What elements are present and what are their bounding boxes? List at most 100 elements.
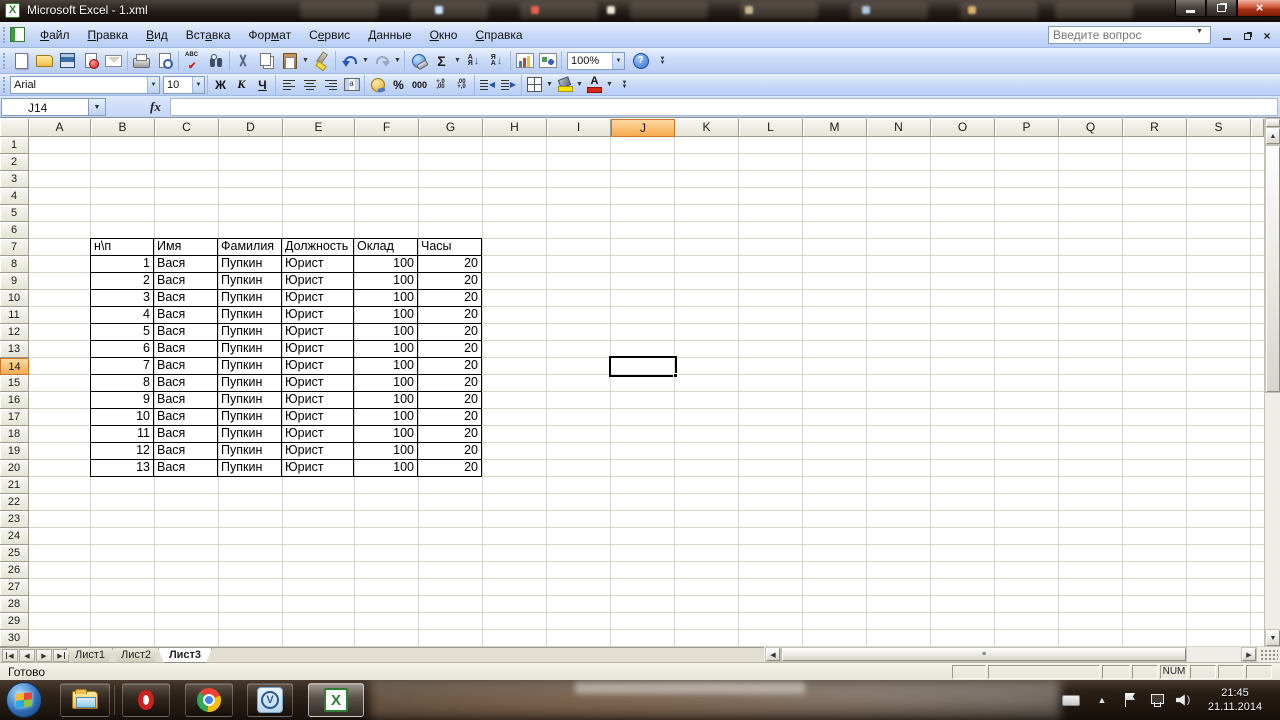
table-cell[interactable]: 3 xyxy=(91,290,154,307)
permission-button[interactable] xyxy=(79,51,102,71)
show-hidden-icons-button[interactable]: ▲ xyxy=(1092,680,1112,720)
bold-button[interactable]: Ж xyxy=(210,76,231,94)
chevron-down-icon[interactable]: ▼ xyxy=(605,81,614,88)
row-header-24[interactable]: 24 xyxy=(0,528,29,545)
table-cell[interactable]: Вася xyxy=(154,273,218,290)
chevron-down-icon[interactable]: ▼ xyxy=(361,57,370,64)
format-painter-button[interactable] xyxy=(310,51,333,71)
column-header-I[interactable]: I xyxy=(547,119,611,137)
row-header-19[interactable]: 19 xyxy=(0,443,29,460)
row-header-18[interactable]: 18 xyxy=(0,426,29,443)
row-header-14[interactable]: 14 xyxy=(0,358,29,375)
toolbar-grip[interactable] xyxy=(3,53,6,69)
split-handle[interactable] xyxy=(1266,119,1280,127)
doc-restore-button[interactable] xyxy=(1240,30,1254,42)
font-size-combobox[interactable]: 10 ▼ xyxy=(163,76,205,94)
table-cell[interactable]: Вася xyxy=(154,375,218,392)
column-header-L[interactable]: L xyxy=(739,119,803,137)
align-left-button[interactable] xyxy=(278,76,299,94)
table-cell[interactable]: 10 xyxy=(91,409,154,426)
table-cell[interactable]: 20 xyxy=(418,341,482,358)
table-cell[interactable]: Вася xyxy=(154,460,218,477)
vertical-scrollbar[interactable]: ▲ ▼ xyxy=(1264,119,1280,647)
copy-button[interactable] xyxy=(255,51,278,71)
undo-button[interactable] xyxy=(338,51,361,71)
scroll-left-icon[interactable]: ◀ xyxy=(766,648,780,661)
taskbar-excel-button[interactable]: X xyxy=(308,683,364,717)
name-box-dropdown-icon[interactable]: ▼ xyxy=(89,98,106,116)
zoom-combobox[interactable]: 100% ▼ xyxy=(567,52,625,70)
cut-button[interactable] xyxy=(232,51,255,71)
table-cell[interactable]: 100 xyxy=(354,307,418,324)
row-header-29[interactable]: 29 xyxy=(0,613,29,630)
fill-handle[interactable] xyxy=(673,373,678,378)
fill-color-button[interactable] xyxy=(554,76,575,94)
row-header-25[interactable]: 25 xyxy=(0,545,29,562)
table-cell[interactable]: 100 xyxy=(354,358,418,375)
paste-button[interactable] xyxy=(278,51,301,71)
table-cell[interactable]: 2 xyxy=(91,273,154,290)
table-cell[interactable]: 8 xyxy=(91,375,154,392)
table-header-cell[interactable]: Имя xyxy=(154,239,218,256)
row-header-28[interactable]: 28 xyxy=(0,596,29,613)
row-header-6[interactable]: 6 xyxy=(0,222,29,239)
chevron-down-icon[interactable]: ▼ xyxy=(575,81,584,88)
font-color-button[interactable] xyxy=(584,76,605,94)
chevron-down-icon[interactable]: ▼ xyxy=(147,77,159,93)
decrease-indent-button[interactable] xyxy=(477,76,498,94)
restore-button[interactable] xyxy=(1206,0,1237,17)
taskbar-explorer-button[interactable] xyxy=(60,683,110,717)
column-header-E[interactable]: E xyxy=(283,119,355,137)
vertical-scroll-thumb[interactable] xyxy=(1266,146,1280,392)
first-sheet-button[interactable]: ◀ xyxy=(2,649,18,662)
row-header-11[interactable]: 11 xyxy=(0,307,29,324)
chevron-down-icon[interactable]: ▼ xyxy=(393,57,402,64)
row-header-30[interactable]: 30 xyxy=(0,630,29,647)
row-header-13[interactable]: 13 xyxy=(0,341,29,358)
table-cell[interactable]: Вася xyxy=(154,409,218,426)
table-cell[interactable]: 20 xyxy=(418,426,482,443)
name-box[interactable]: J14 xyxy=(1,98,89,116)
chevron-down-icon[interactable]: ▼ xyxy=(545,81,554,88)
table-cell[interactable]: Пупкин xyxy=(218,290,282,307)
chevron-down-icon[interactable]: ▼ xyxy=(453,57,462,64)
new-button[interactable] xyxy=(10,51,33,71)
scroll-right-icon[interactable]: ▶ xyxy=(1242,648,1256,661)
menu-item-Формат[interactable]: Формат xyxy=(239,23,300,47)
sheet-tab-Лист2[interactable]: Лист2 xyxy=(112,648,160,663)
menu-item-Файл[interactable]: Файл xyxy=(31,23,79,47)
table-cell[interactable]: 100 xyxy=(354,256,418,273)
taskbar-opera-button[interactable] xyxy=(122,683,170,717)
scroll-down-icon[interactable]: ▼ xyxy=(1266,630,1280,646)
select-all-corner[interactable] xyxy=(0,119,29,137)
taskbar-clock[interactable]: 21:45 21.11.2014 xyxy=(1198,680,1272,720)
merge-center-button[interactable] xyxy=(341,76,362,94)
mail-button[interactable] xyxy=(102,51,125,71)
previous-sheet-button[interactable]: ◀ xyxy=(19,649,35,662)
table-cell[interactable]: Вася xyxy=(154,426,218,443)
redo-button[interactable] xyxy=(370,51,393,71)
row-header-3[interactable]: 3 xyxy=(0,171,29,188)
doc-minimize-button[interactable] xyxy=(1220,30,1234,42)
column-header-N[interactable]: N xyxy=(867,119,931,137)
table-header-cell[interactable]: Фамилия xyxy=(218,239,282,256)
row-header-15[interactable]: 15 xyxy=(0,375,29,392)
row-header-16[interactable]: 16 xyxy=(0,392,29,409)
table-cell[interactable]: 7 xyxy=(91,358,154,375)
column-header-G[interactable]: G xyxy=(419,119,483,137)
table-cell[interactable]: 1 xyxy=(91,256,154,273)
question-dropdown-icon[interactable]: ▼ xyxy=(1196,28,1203,35)
column-header-O[interactable]: O xyxy=(931,119,995,137)
table-cell[interactable]: 13 xyxy=(91,460,154,477)
insert-function-icon[interactable]: fx xyxy=(150,99,161,115)
sort-asc-button[interactable]: А Я↓ xyxy=(462,51,485,71)
table-cell[interactable]: Пупкин xyxy=(218,307,282,324)
table-cell[interactable]: Пупкин xyxy=(218,256,282,273)
column-header-F[interactable]: F xyxy=(355,119,419,137)
table-cell[interactable]: Пупкин xyxy=(218,392,282,409)
borders-button[interactable] xyxy=(524,76,545,94)
table-cell[interactable]: Пупкин xyxy=(218,324,282,341)
sheet-tab-Лист1[interactable]: Лист1 xyxy=(66,648,114,663)
table-cell[interactable]: 100 xyxy=(354,273,418,290)
table-cell[interactable]: Юрист xyxy=(282,290,354,307)
